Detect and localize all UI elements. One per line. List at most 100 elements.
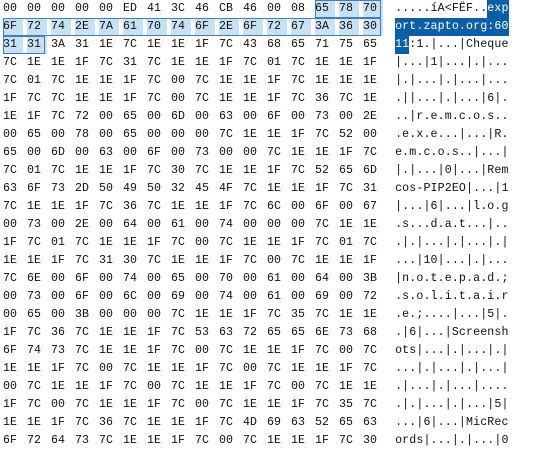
hex-byte[interactable]: 00 [291, 198, 311, 216]
hex-byte[interactable]: 00 [51, 306, 71, 324]
hex-byte[interactable]: 00 [195, 234, 215, 252]
ascii-char[interactable]: | [395, 54, 402, 72]
ascii-char[interactable]: . [402, 72, 409, 90]
ascii-char[interactable]: . [452, 396, 459, 414]
hex-byte[interactable]: 65 [27, 126, 47, 144]
ascii-char[interactable]: | [402, 90, 409, 108]
ascii-char[interactable]: | [423, 198, 430, 216]
ascii-char[interactable]: . [430, 396, 438, 414]
hex-byte[interactable]: 7C [3, 198, 23, 216]
ascii-char[interactable]: . [438, 306, 445, 324]
ascii-char[interactable]: . [494, 342, 501, 360]
hex-byte[interactable]: 00 [99, 288, 119, 306]
ascii-char[interactable]: . [473, 180, 480, 198]
hex-byte[interactable]: 00 [291, 216, 311, 234]
hex-byte[interactable]: 1E [339, 306, 359, 324]
hex-byte[interactable]: 65 [3, 144, 23, 162]
ascii-char[interactable]: . [466, 144, 473, 162]
hex-byte[interactable]: 3A [51, 36, 71, 54]
ascii-char[interactable]: e [430, 126, 438, 144]
ascii-char[interactable]: l [473, 198, 480, 216]
ascii-char[interactable]: 1 [416, 36, 423, 54]
hex-byte[interactable]: 7C [243, 180, 263, 198]
ascii-char[interactable]: . [452, 126, 459, 144]
ascii-char[interactable]: | [494, 180, 501, 198]
hex-byte[interactable]: 7C [3, 72, 23, 90]
hex-byte[interactable]: 7C [75, 396, 95, 414]
hex-viewer[interactable]: 00 00 00 00 00 ED 41 3C 46 CB 46 00 08 65 78 70 6F 72 74 2E… [0, 0, 538, 447]
ascii-char[interactable]: . [438, 234, 445, 252]
ascii-char[interactable]: g [480, 18, 488, 36]
hex-byte[interactable]: 1F [3, 396, 23, 414]
hex-byte[interactable]: 1F [267, 90, 287, 108]
ascii-char[interactable]: : [487, 18, 495, 36]
hex-byte[interactable]: 1F [147, 324, 167, 342]
hex-byte[interactable]: 6F [3, 18, 23, 36]
ascii-char[interactable]: . [438, 342, 445, 360]
hex-byte[interactable]: 7C [75, 360, 95, 378]
ascii-char[interactable]: . [473, 90, 480, 108]
ascii-char[interactable]: | [480, 90, 487, 108]
hex-byte[interactable]: 7C [123, 36, 143, 54]
ascii-char[interactable]: . [459, 54, 466, 72]
hex-byte[interactable]: 00 [195, 126, 215, 144]
hex-byte[interactable]: 7C [291, 90, 311, 108]
ascii-char[interactable]: . [473, 216, 480, 234]
hex-byte[interactable]: 1E [27, 54, 47, 72]
ascii-char[interactable]: . [416, 198, 423, 216]
ascii-char[interactable]: . [402, 144, 409, 162]
hex-byte[interactable]: 00 [267, 252, 287, 270]
ascii-char[interactable]: O [459, 180, 466, 198]
hex-byte[interactable]: 00 [243, 216, 263, 234]
ascii-char[interactable]: | [445, 324, 452, 342]
hex-byte[interactable]: 1E [171, 252, 191, 270]
ascii-char[interactable]: . [501, 54, 508, 72]
ascii-char[interactable]: . [501, 90, 508, 108]
hex-byte[interactable]: 1F [219, 198, 239, 216]
hex-byte[interactable]: 00 [147, 270, 167, 288]
ascii-char[interactable]: P [438, 180, 445, 198]
hex-byte[interactable]: 7C [315, 216, 335, 234]
hex-byte[interactable]: 4F [219, 180, 239, 198]
hex-byte[interactable]: 1E [171, 414, 191, 432]
ascii-char[interactable]: | [487, 342, 494, 360]
ascii-char[interactable]: . [452, 216, 459, 234]
ascii-char[interactable]: . [438, 414, 445, 432]
hex-byte[interactable]: 6F [267, 108, 287, 126]
ascii-char[interactable]: | [459, 126, 466, 144]
ascii-char[interactable]: | [430, 360, 438, 378]
ascii-char[interactable]: . [438, 270, 445, 288]
ascii-char[interactable]: . [466, 396, 473, 414]
hex-byte[interactable]: 1F [267, 72, 287, 90]
ascii-char[interactable]: . [395, 252, 402, 270]
hex-byte[interactable]: 46 [195, 0, 215, 18]
hex-byte[interactable]: 1E [315, 252, 335, 270]
hex-byte[interactable]: 00 [75, 0, 95, 18]
hex-byte[interactable]: 70 [147, 18, 167, 36]
hex-byte[interactable]: 1E [27, 198, 47, 216]
hex-byte[interactable]: 1E [363, 306, 383, 324]
hex-byte[interactable]: 7C [3, 162, 23, 180]
ascii-char[interactable]: : [409, 36, 416, 54]
ascii-char[interactable]: . [416, 72, 423, 90]
ascii-char[interactable]: . [438, 126, 445, 144]
ascii-char[interactable]: | [402, 234, 409, 252]
ascii-char[interactable]: o [395, 432, 402, 450]
hex-byte[interactable]: 7C [219, 396, 239, 414]
ascii-char[interactable]: . [452, 198, 459, 216]
hex-byte[interactable]: 00 [3, 288, 23, 306]
hex-byte[interactable]: 00 [339, 198, 359, 216]
hex-byte[interactable]: 00 [195, 396, 215, 414]
ascii-char[interactable]: . [445, 198, 452, 216]
ascii-char[interactable]: a [473, 270, 480, 288]
ascii-char[interactable]: R [494, 126, 501, 144]
ascii-char[interactable]: | [501, 360, 508, 378]
hex-byte[interactable]: 65 [267, 324, 287, 342]
ascii-char[interactable]: . [487, 72, 494, 90]
ascii-char[interactable]: | [452, 72, 459, 90]
hex-byte[interactable]: 7C [195, 90, 215, 108]
hex-byte[interactable]: 7C [267, 144, 287, 162]
ascii-char[interactable]: i [473, 414, 480, 432]
hex-byte[interactable]: 7C [315, 306, 335, 324]
hex-byte[interactable]: 31 [363, 180, 383, 198]
